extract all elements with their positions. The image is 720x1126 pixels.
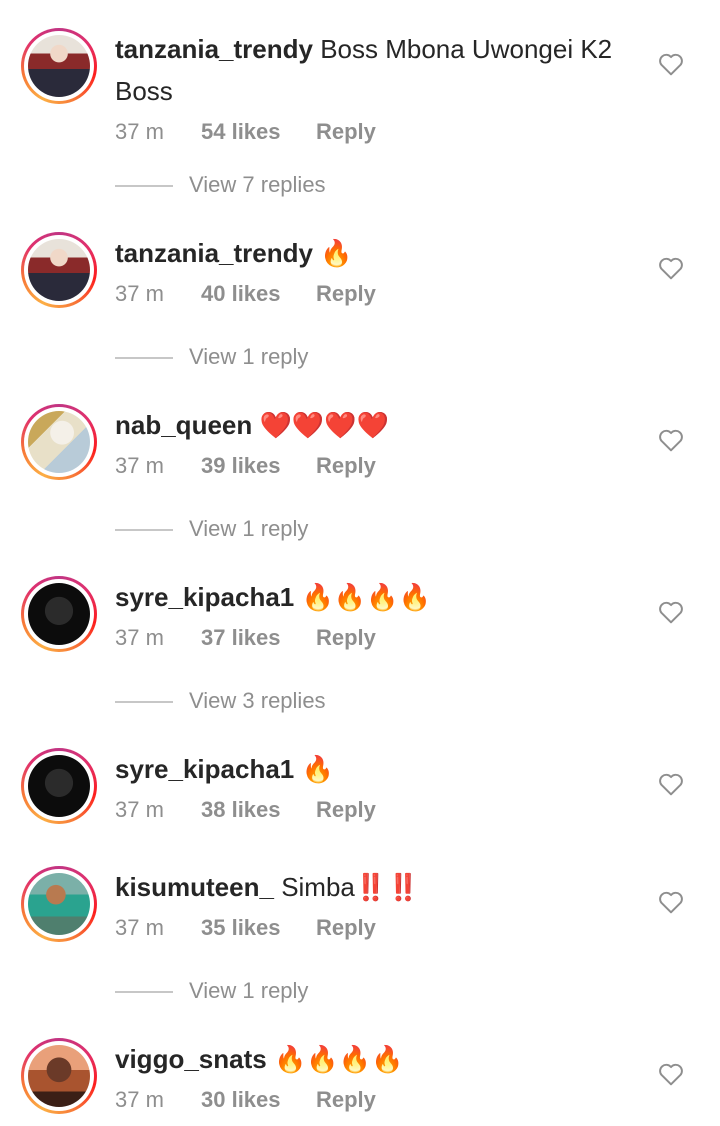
avatar-image [28, 35, 90, 97]
avatar-image [28, 755, 90, 817]
comment-meta: 37 m 40 likes Reply [115, 278, 635, 310]
avatar[interactable] [21, 576, 97, 652]
comment-time: 37 m [115, 915, 164, 940]
replies-divider [115, 185, 173, 187]
heart-outline-icon[interactable] [658, 52, 684, 76]
comment-likes[interactable]: 35 likes [201, 912, 316, 944]
heart-outline-icon[interactable] [658, 600, 684, 624]
view-replies-label: View 7 replies [189, 172, 326, 197]
comment-likes[interactable]: 40 likes [201, 278, 316, 310]
avatar[interactable] [21, 866, 97, 942]
reply-button[interactable]: Reply [316, 794, 376, 826]
comment-meta: 37 m 30 likes Reply [115, 1084, 635, 1116]
avatar-image [28, 583, 90, 645]
comment-meta: 37 m 54 likes Reply [115, 116, 635, 148]
view-replies-button[interactable]: View 1 reply [115, 514, 515, 544]
comment-username[interactable]: kisumuteen_ [115, 872, 274, 902]
avatar[interactable] [21, 748, 97, 824]
heart-outline-icon[interactable] [658, 772, 684, 796]
avatar[interactable] [21, 1038, 97, 1114]
heart-outline-icon[interactable] [658, 428, 684, 452]
heart-outline-icon[interactable] [658, 890, 684, 914]
comment-username[interactable]: viggo_snats [115, 1044, 267, 1074]
comment-meta: 37 m 38 likes Reply [115, 794, 635, 826]
comment-time: 37 m [115, 625, 164, 650]
view-replies-button[interactable]: View 1 reply [115, 976, 515, 1006]
avatar-image [28, 1045, 90, 1107]
comment-meta: 37 m 39 likes Reply [115, 450, 635, 482]
view-replies-button[interactable]: View 1 reply [115, 342, 515, 372]
reply-button[interactable]: Reply [316, 278, 376, 310]
comment-text: ❤️❤️❤️❤️ [259, 410, 389, 440]
heart-outline-icon[interactable] [658, 256, 684, 280]
comment-likes[interactable]: 39 likes [201, 450, 316, 482]
avatar[interactable] [21, 404, 97, 480]
view-replies-label: View 1 reply [189, 516, 309, 541]
comment-username[interactable]: nab_queen [115, 410, 252, 440]
comment-time: 37 m [115, 453, 164, 478]
heart-outline-icon[interactable] [658, 1062, 684, 1086]
avatar-image [28, 411, 90, 473]
comment-username[interactable]: tanzania_trendy [115, 238, 313, 268]
comment-username[interactable]: syre_kipacha1 [115, 754, 294, 784]
comment-likes[interactable]: 30 likes [201, 1084, 316, 1116]
comment-text: 🔥🔥🔥🔥 [273, 1044, 404, 1074]
replies-divider [115, 357, 173, 359]
reply-button[interactable]: Reply [316, 1084, 376, 1116]
comment-text: 🔥🔥🔥🔥 [301, 582, 431, 612]
comment-text: 🔥 [320, 238, 353, 268]
comment-likes[interactable]: 37 likes [201, 622, 316, 654]
avatar[interactable] [21, 28, 97, 104]
comment-username[interactable]: syre_kipacha1 [115, 582, 294, 612]
comment-text: 🔥 [301, 754, 334, 784]
view-replies-label: View 3 replies [189, 688, 326, 713]
avatar-image [28, 239, 90, 301]
comment-likes[interactable]: 38 likes [201, 794, 316, 826]
comment-time: 37 m [115, 1087, 164, 1112]
comment-time: 37 m [115, 281, 164, 306]
replies-divider [115, 991, 173, 993]
reply-button[interactable]: Reply [316, 622, 376, 654]
view-replies-button[interactable]: View 3 replies [115, 686, 515, 716]
comment-username[interactable]: tanzania_trendy [115, 34, 313, 64]
comment-time: 37 m [115, 797, 164, 822]
avatar-image [28, 873, 90, 935]
comment-text: Simba‼️‼️ [281, 872, 420, 902]
replies-divider [115, 701, 173, 703]
comment-time: 37 m [115, 119, 164, 144]
reply-button[interactable]: Reply [316, 116, 376, 148]
replies-divider [115, 529, 173, 531]
comment-meta: 37 m 37 likes Reply [115, 622, 635, 654]
avatar[interactable] [21, 232, 97, 308]
comment-meta: 37 m 35 likes Reply [115, 912, 635, 944]
reply-button[interactable]: Reply [316, 912, 376, 944]
view-replies-label: View 1 reply [189, 978, 309, 1003]
reply-button[interactable]: Reply [316, 450, 376, 482]
comment-likes[interactable]: 54 likes [201, 116, 316, 148]
view-replies-button[interactable]: View 7 replies [115, 170, 515, 200]
view-replies-label: View 1 reply [189, 344, 309, 369]
